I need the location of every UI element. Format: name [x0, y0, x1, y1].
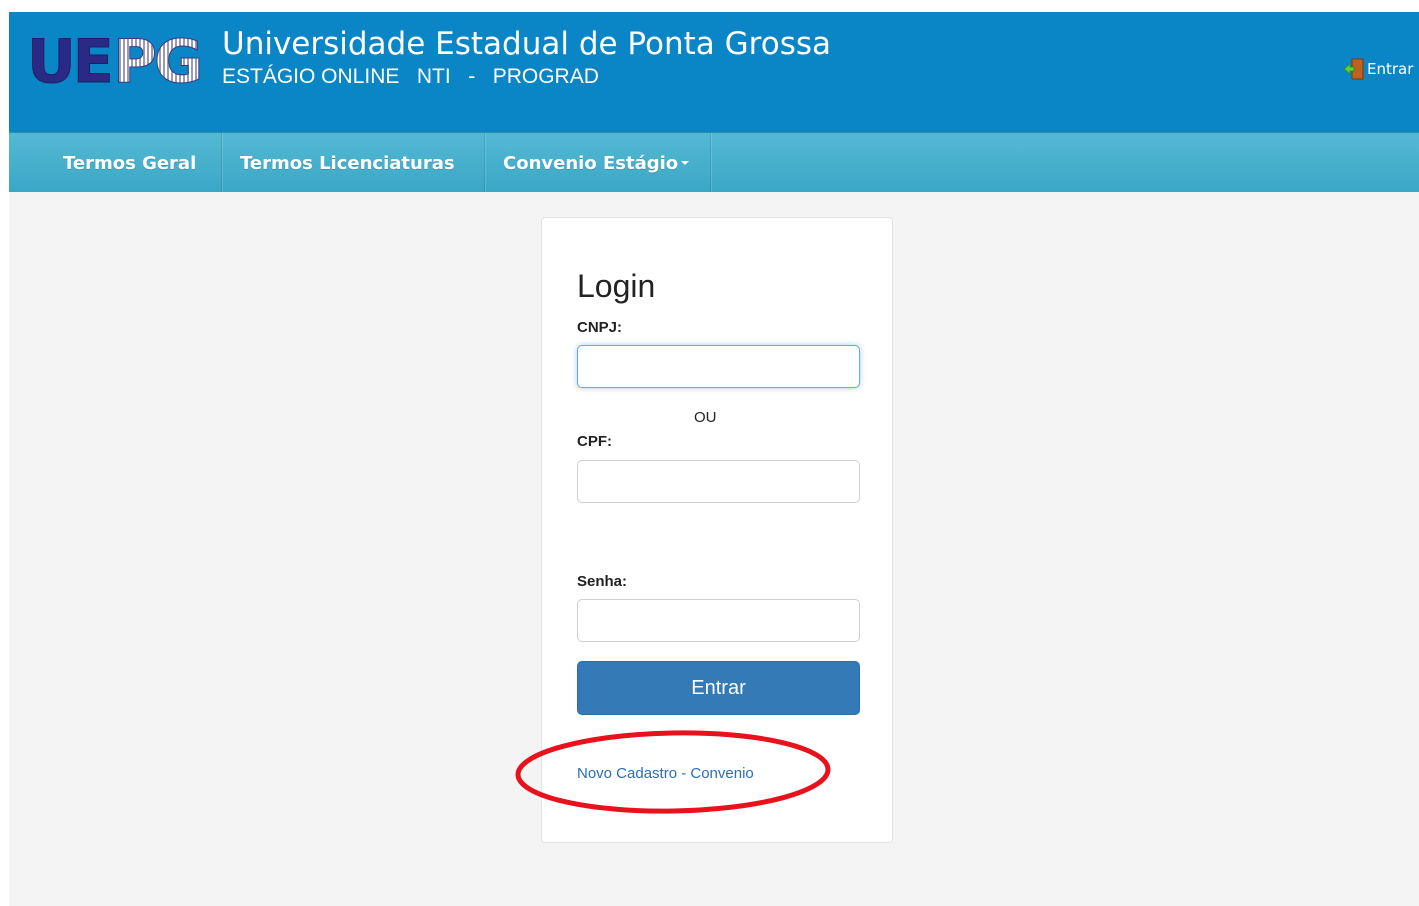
login-panel: Login CNPJ: OU CPF: Senha: Entrar Novo C… — [541, 217, 893, 843]
nav-item-convenio-label: Convenio Estágio — [503, 153, 679, 174]
chevron-down-icon — [681, 161, 690, 165]
site-title: Universidade Estadual de Ponta Grossa — [222, 26, 831, 62]
password-label: Senha: — [577, 573, 628, 590]
nav-divider — [710, 133, 711, 192]
nav-item-convenio-estagio[interactable]: Convenio Estágio — [485, 133, 707, 192]
cpf-label: CPF: — [577, 433, 612, 450]
site-subtitle: ESTÁGIO ONLINE NTI - PROGRAD — [222, 65, 599, 88]
register-convenio-link[interactable]: Novo Cadastro - Convenio — [577, 765, 754, 782]
or-separator: OU — [694, 409, 717, 426]
page-frame: UE PG Universidade Estadual de Ponta Gro… — [9, 12, 1419, 906]
login-submit-button[interactable]: Entrar — [577, 661, 860, 715]
nav-item-termos-geral[interactable]: Termos Geral — [45, 133, 214, 192]
svg-text:PG: PG — [113, 30, 200, 88]
cpf-input[interactable] — [577, 460, 860, 503]
header-login-label: Entrar — [1367, 60, 1414, 78]
cnpj-label: CNPJ: — [577, 319, 623, 336]
nav-item-termos-licenciaturas[interactable]: Termos Licenciaturas — [222, 133, 473, 192]
main-navbar: Termos Geral Termos Licenciaturas Conven… — [9, 132, 1419, 192]
header-login-link[interactable]: Entrar — [1343, 58, 1413, 80]
login-door-icon — [1343, 58, 1364, 80]
cnpj-input[interactable] — [577, 345, 860, 388]
svg-text:UE: UE — [27, 30, 111, 88]
site-header: UE PG Universidade Estadual de Ponta Gro… — [9, 12, 1419, 132]
login-title: Login — [577, 268, 656, 304]
uepg-logo: UE PG — [27, 30, 204, 88]
password-input[interactable] — [577, 599, 860, 642]
